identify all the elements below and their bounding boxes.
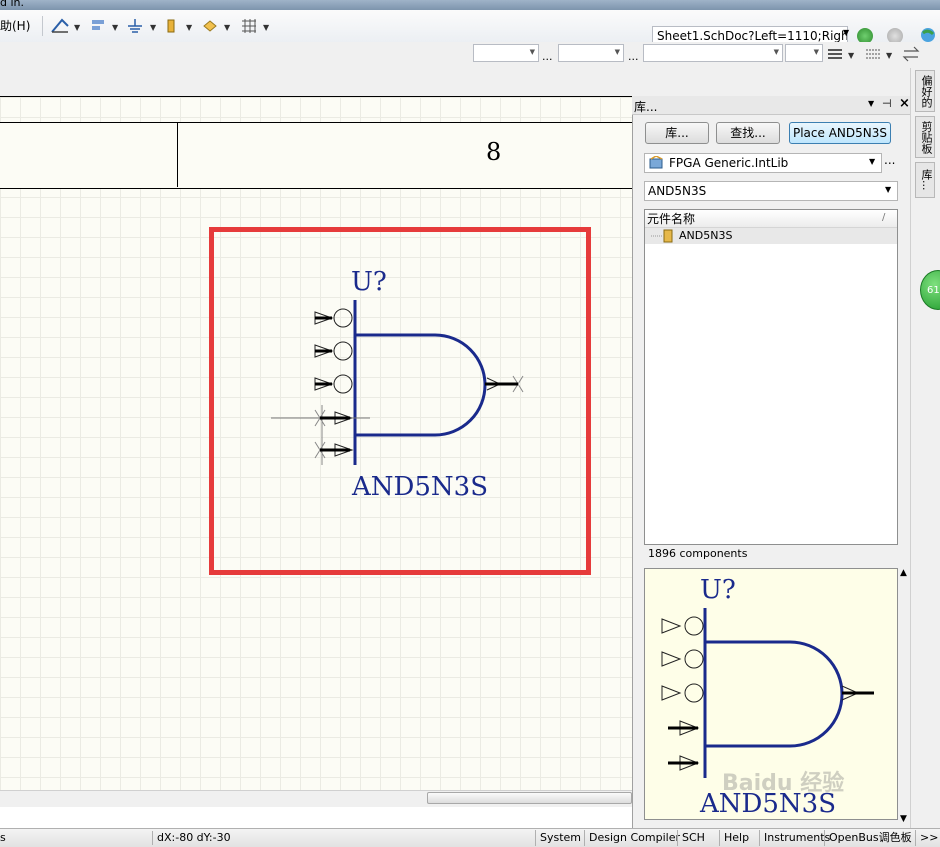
svg-text:▼: ▼ (263, 23, 270, 32)
main-toolbar: 助(H) ▼ ▼ ▼ ▼ ▼ ▼ Sheet1.SchDoc?Left=1110… (0, 10, 940, 46)
status-openbus[interactable]: OpenBus调色板 (824, 830, 916, 846)
dock-tab-favorites[interactable]: 偏好的 (915, 70, 935, 112)
component-list (644, 209, 898, 545)
svg-text:▼: ▼ (224, 23, 231, 32)
ground-icon (128, 19, 142, 33)
toolbar-combo-4[interactable]: ▼ (785, 44, 823, 62)
library-select[interactable]: FPGA Generic.IntLib (644, 153, 882, 173)
dock-tab-libraries[interactable]: 库... (915, 162, 935, 198)
menu-help[interactable]: 助(H) (0, 17, 30, 35)
scrollbar-thumb[interactable] (427, 792, 632, 804)
wire-icon (51, 18, 69, 33)
preview-scroll-up-icon[interactable]: ▲ (900, 568, 907, 578)
component-count: 1896 components (648, 547, 748, 560)
preview-scroll-down-icon[interactable]: ▼ (900, 814, 907, 824)
sort-icon: / (882, 212, 886, 223)
port-icon (167, 19, 175, 33)
window-title-bar (0, 0, 940, 10)
svg-text:▼: ▼ (112, 23, 119, 32)
status-coordinates: dX:-80 dY:-30 (152, 831, 231, 845)
component-icon (651, 229, 673, 243)
status-design-compiler[interactable]: Design Compiler (584, 830, 684, 846)
status-sch[interactable]: SCH (677, 830, 709, 846)
panel-menu-icon[interactable]: ▼ (868, 99, 874, 108)
status-instruments[interactable]: Instruments (759, 830, 834, 846)
diamond-icon (203, 20, 217, 32)
more-button[interactable]: ... (542, 50, 553, 63)
list-header-name[interactable]: 元件名称 (645, 210, 897, 228)
watermark: Baidu 经验 (722, 771, 845, 796)
zone-number: 8 (486, 138, 502, 166)
dropdown-arrow-icon: ▼ (74, 23, 81, 32)
toolbar-separator (42, 16, 43, 36)
line-style-icons[interactable]: ▼ ▼ (826, 44, 926, 64)
more-button[interactable]: ... (628, 50, 639, 63)
pin-icon[interactable]: ⊣ (882, 97, 892, 110)
toolbar-combo-1[interactable]: ▼ (473, 44, 539, 62)
status-more[interactable]: >> (915, 830, 940, 846)
toolbar-combo-2[interactable]: ▼ (558, 44, 624, 62)
dock-tab-clipboard[interactable]: 剪贴板 (915, 116, 935, 158)
document-tab-strip (0, 68, 632, 96)
libraries-button[interactable]: 库... (645, 122, 709, 144)
status-help[interactable]: Help (719, 830, 753, 846)
secondary-toolbar: ▼ ... ▼ ... ▼ ▼ ▼ ▼ (0, 42, 940, 68)
library-icon (649, 156, 663, 169)
svg-text:▼: ▼ (150, 23, 157, 32)
dropdown-arrow-icon[interactable]: ▼ (885, 185, 891, 194)
dropdown-arrow-icon[interactable]: ▼ (869, 157, 875, 166)
component-filter[interactable]: AND5N3S (644, 181, 898, 201)
align-icon (92, 20, 104, 30)
panel-title: 库... (634, 100, 658, 114)
place-button[interactable]: Place AND5N3S (789, 122, 891, 144)
preview-designator: U? (700, 575, 736, 605)
status-system[interactable]: System (535, 830, 585, 846)
svg-text:▼: ▼ (186, 23, 193, 32)
list-item[interactable]: AND5N3S (645, 228, 897, 244)
dropdown-arrow-icon[interactable]: ▼ (843, 28, 849, 37)
svg-text:▼: ▼ (886, 51, 893, 60)
grid-icon (242, 19, 256, 33)
window-title: d in. (0, 0, 25, 9)
toolbar-combo-3[interactable]: ▼ (643, 44, 783, 62)
sheet-border-zone (0, 122, 632, 189)
search-button[interactable]: 查找... (716, 122, 780, 144)
toolbar-icons: ▼ ▼ ▼ ▼ ▼ ▼ (51, 18, 270, 33)
zone-divider (177, 122, 178, 187)
library-more-button[interactable]: ... (884, 153, 898, 167)
close-icon[interactable]: × (899, 96, 910, 111)
highlight-box (209, 227, 591, 575)
svg-text:▼: ▼ (848, 51, 855, 60)
status-text: s (0, 831, 6, 844)
